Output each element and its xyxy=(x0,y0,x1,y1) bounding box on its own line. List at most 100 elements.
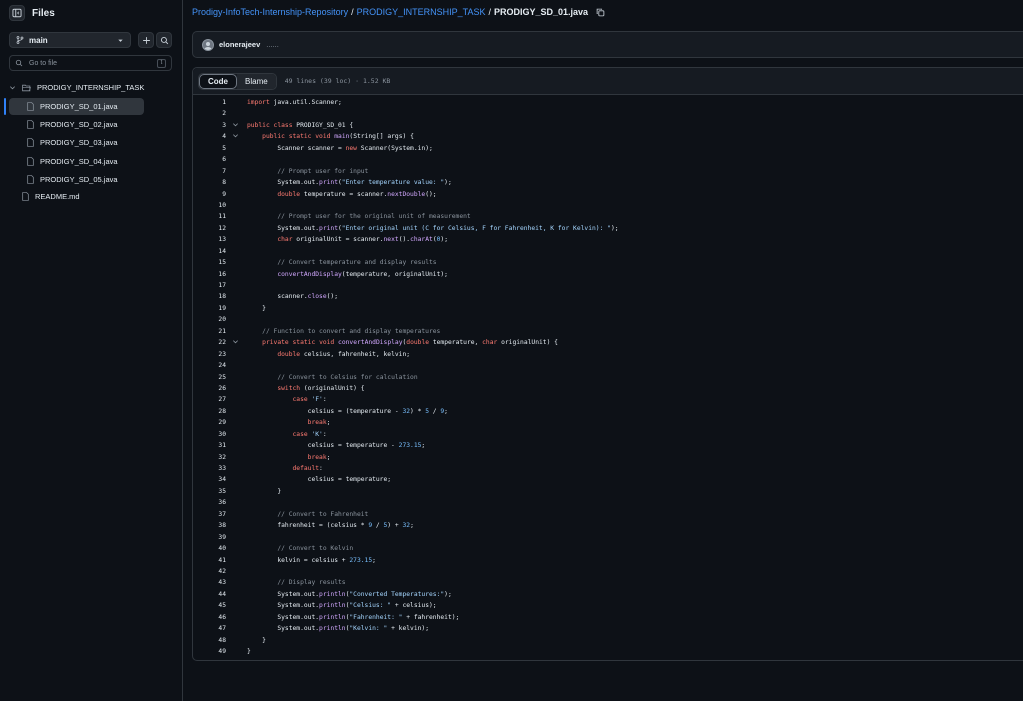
view-mode-toggle: Code Blame xyxy=(198,72,277,90)
line-number[interactable]: 25 xyxy=(193,374,226,381)
line-number[interactable]: 48 xyxy=(193,637,226,644)
line-number[interactable]: 14 xyxy=(193,248,226,255)
line-number[interactable]: 20 xyxy=(193,316,226,323)
line-number[interactable]: 17 xyxy=(193,282,226,289)
file-icon xyxy=(27,174,34,184)
code-text: celsius = (temperature - 32) * 5 / 9; xyxy=(247,407,448,415)
tree-file[interactable]: PRODIGY_SD_05.java xyxy=(9,171,144,188)
code-text: private static void convertAndDisplay(do… xyxy=(262,339,558,347)
avatar[interactable] xyxy=(202,38,214,51)
code-line: 41 kelvin = celsius + 273.15; xyxy=(193,556,1023,567)
line-number[interactable]: 24 xyxy=(193,362,226,369)
line-number[interactable]: 44 xyxy=(193,591,226,598)
fold-chevron-icon[interactable] xyxy=(231,121,239,128)
commit-message[interactable]: ...... xyxy=(266,40,279,49)
code-line: 1 import java.util.Scanner; xyxy=(193,98,1023,109)
line-number[interactable]: 47 xyxy=(193,625,226,632)
line-number[interactable]: 42 xyxy=(193,568,226,575)
commit-author[interactable]: elonerajeev xyxy=(219,40,260,49)
breadcrumb-repo-link[interactable]: Prodigy-InfoTech-Internship-Repository xyxy=(192,7,348,17)
code-line: 38 fahrenheit = (celsius * 9 / 5) + 32; xyxy=(193,521,1023,532)
fold-chevron-icon[interactable] xyxy=(231,132,239,139)
code-line: 33 default: xyxy=(193,464,1023,475)
code-text: public class PRODIGY_SD_01 { xyxy=(247,121,354,129)
line-number[interactable]: 36 xyxy=(193,499,226,506)
line-number[interactable]: 15 xyxy=(193,259,226,266)
tab-blame[interactable]: Blame xyxy=(237,73,276,89)
line-number[interactable]: 9 xyxy=(193,191,226,198)
line-number[interactable]: 10 xyxy=(193,202,226,209)
line-number[interactable]: 23 xyxy=(193,351,226,358)
file-icon xyxy=(22,192,29,201)
line-number[interactable]: 41 xyxy=(193,557,226,564)
line-number[interactable]: 49 xyxy=(193,648,226,655)
line-number[interactable]: 3 xyxy=(193,122,226,129)
line-number[interactable]: 27 xyxy=(193,396,226,403)
line-number[interactable]: 28 xyxy=(193,408,226,415)
files-title: Files xyxy=(32,7,55,19)
sidebar-collapse-icon xyxy=(12,8,22,18)
code-text: } xyxy=(247,636,266,644)
file-name: PRODIGY_SD_04.java xyxy=(40,156,118,166)
branch-selector[interactable]: main xyxy=(9,32,131,48)
tree-file-readme[interactable]: README.md xyxy=(22,188,172,205)
tree-file[interactable]: PRODIGY_SD_04.java xyxy=(9,153,144,170)
fold-chevron-icon[interactable] xyxy=(231,338,239,345)
code-text: convertAndDisplay(temperature, originalU… xyxy=(277,270,448,278)
line-number[interactable]: 13 xyxy=(193,236,226,243)
breadcrumb-folder-link[interactable]: PRODIGY_INTERNSHIP_TASK xyxy=(357,7,486,17)
line-number[interactable]: 4 xyxy=(193,133,226,140)
code-text: // Display results xyxy=(277,579,346,587)
line-number[interactable]: 8 xyxy=(193,179,226,186)
line-number[interactable]: 30 xyxy=(193,431,226,438)
chevron-down-icon xyxy=(9,84,16,91)
file-icon xyxy=(27,102,34,111)
code-line: 46 System.out.println("Fahrenheit: " + f… xyxy=(193,613,1023,624)
line-number[interactable]: 29 xyxy=(193,419,226,426)
line-number[interactable]: 5 xyxy=(193,145,226,152)
line-number[interactable]: 22 xyxy=(193,339,226,346)
tree-file[interactable]: PRODIGY_SD_02.java xyxy=(9,116,144,133)
copy-path-button[interactable] xyxy=(596,8,605,17)
line-number[interactable]: 32 xyxy=(193,454,226,461)
line-number[interactable]: 35 xyxy=(193,488,226,495)
code-line: 16 convertAndDisplay(temperature, origin… xyxy=(193,270,1023,281)
tree-file[interactable]: PRODIGY_SD_03.java xyxy=(9,134,144,151)
line-number[interactable]: 33 xyxy=(193,465,226,472)
line-number[interactable]: 43 xyxy=(193,579,226,586)
line-number[interactable]: 19 xyxy=(193,305,226,312)
line-number[interactable]: 38 xyxy=(193,522,226,529)
line-number[interactable]: 1 xyxy=(193,99,226,106)
line-number[interactable]: 26 xyxy=(193,385,226,392)
line-number[interactable]: 6 xyxy=(193,156,226,163)
code-line: 47 System.out.println("Kelvin: " + kelvi… xyxy=(193,624,1023,635)
line-number[interactable]: 2 xyxy=(193,110,226,117)
search-code-button[interactable] xyxy=(156,32,172,48)
code-line: 4 public static void main(String[] args)… xyxy=(193,132,1023,143)
line-number[interactable]: 45 xyxy=(193,602,226,609)
line-number[interactable]: 46 xyxy=(193,614,226,621)
code-text: switch (originalUnit) { xyxy=(277,384,365,392)
add-file-button[interactable] xyxy=(138,32,154,48)
tree-folder[interactable]: PRODIGY_INTERNSHIP_TASK xyxy=(9,79,175,96)
line-number[interactable]: 12 xyxy=(193,225,226,232)
line-number[interactable]: 34 xyxy=(193,476,226,483)
line-number[interactable]: 21 xyxy=(193,328,226,335)
line-number[interactable]: 11 xyxy=(193,213,226,220)
line-number[interactable]: 16 xyxy=(193,271,226,278)
line-number[interactable]: 40 xyxy=(193,545,226,552)
tree-file[interactable]: PRODIGY_SD_01.java xyxy=(9,98,144,115)
file-icon xyxy=(27,120,34,129)
line-number[interactable]: 37 xyxy=(193,511,226,518)
line-number[interactable]: 31 xyxy=(193,442,226,449)
tab-code[interactable]: Code xyxy=(199,73,237,89)
go-to-file-input[interactable]: Go to file t xyxy=(9,55,172,71)
sidebar-toggle-button[interactable] xyxy=(9,5,25,21)
code-text: // Prompt user for the original unit of … xyxy=(277,213,471,221)
code-text: } xyxy=(247,648,251,655)
line-number[interactable]: 18 xyxy=(193,293,226,300)
code-text: // Convert temperature and display resul… xyxy=(277,259,437,267)
line-number[interactable]: 39 xyxy=(193,534,226,541)
line-number[interactable]: 7 xyxy=(193,168,226,175)
caret-down-icon xyxy=(118,39,123,42)
